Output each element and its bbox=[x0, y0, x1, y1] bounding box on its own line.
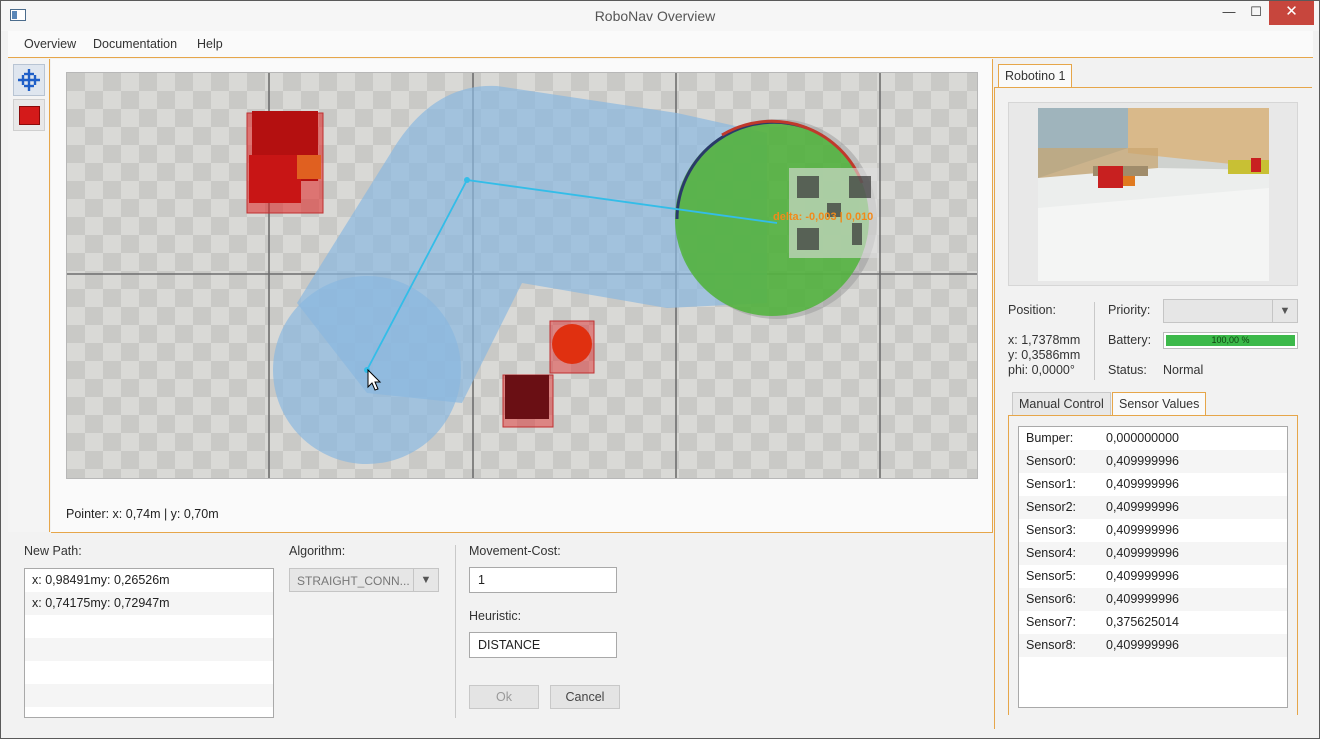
table-row: Sensor7: 0,375625014 bbox=[1019, 611, 1287, 634]
battery-bar: 100,00 % bbox=[1163, 332, 1298, 349]
status-value: Normal bbox=[1163, 363, 1204, 377]
robot-panel: Robotino 1 Position: x: 1,7378mm y: 0,35… bbox=[994, 59, 1312, 729]
sensor-value: 0,409999996 bbox=[1106, 477, 1179, 491]
table-row: Sensor5: 0,409999996 bbox=[1019, 565, 1287, 588]
move-crosshair-icon bbox=[18, 69, 40, 91]
table-row: Sensor2: 0,409999996 bbox=[1019, 496, 1287, 519]
sensor-name: Sensor2: bbox=[1026, 500, 1077, 514]
table-row: Bumper: 0,000000000 bbox=[1019, 427, 1287, 450]
obstacle-3[interactable] bbox=[502, 374, 554, 428]
sensor-value: 0,409999996 bbox=[1106, 592, 1179, 606]
tab-sensor-values[interactable]: Sensor Values bbox=[1112, 392, 1207, 416]
position-x: x: 1,7378mm bbox=[1008, 333, 1081, 347]
divider bbox=[1094, 302, 1095, 380]
map-canvas[interactable]: delta: -0,003 | 0,010 bbox=[66, 72, 978, 479]
delta-label: delta: -0,003 | 0,010 bbox=[773, 211, 873, 223]
list-item[interactable]: x: 0,98491my: 0,26526m bbox=[25, 569, 273, 592]
pointer-coordinates: Pointer: x: 0,74m | y: 0,70m bbox=[66, 507, 219, 521]
list-item[interactable] bbox=[25, 684, 273, 707]
algorithm-label: Algorithm: bbox=[289, 544, 346, 558]
table-row: Sensor1: 0,409999996 bbox=[1019, 473, 1287, 496]
algorithm-select[interactable]: STRAIGHT_CONN... ▼ bbox=[289, 568, 439, 592]
position-y: y: 0,3586mm bbox=[1008, 348, 1081, 362]
sensor-name: Sensor0: bbox=[1026, 454, 1077, 468]
table-row: Sensor3: 0,409999996 bbox=[1019, 519, 1287, 542]
tab-robotino-1[interactable]: Robotino 1 bbox=[998, 64, 1073, 88]
window-title: RoboNav Overview bbox=[594, 8, 716, 24]
title-bar[interactable]: RoboNav Overview — ☐ ✕ bbox=[1, 1, 1319, 31]
tool-strip bbox=[8, 59, 50, 532]
app-window: RoboNav Overview — ☐ ✕ Overview Document… bbox=[0, 0, 1320, 739]
status-label: Status: bbox=[1108, 363, 1147, 377]
chevron-down-icon: ▼ bbox=[1272, 300, 1297, 322]
heuristic-label: Heuristic: bbox=[469, 609, 522, 623]
sensor-name: Sensor6: bbox=[1026, 592, 1077, 606]
sensor-name: Sensor3: bbox=[1026, 523, 1077, 537]
sensor-name: Sensor8: bbox=[1026, 638, 1077, 652]
menu-help[interactable]: Help bbox=[197, 37, 223, 51]
close-button[interactable]: ✕ bbox=[1269, 1, 1314, 25]
priority-select[interactable]: ▼ bbox=[1163, 299, 1298, 323]
path-config-panel: New Path: x: 0,98491my: 0,26526m x: 0,74… bbox=[8, 533, 993, 729]
ok-button[interactable]: Ok bbox=[469, 685, 539, 709]
heuristic-input[interactable]: DISTANCE bbox=[469, 632, 617, 658]
list-item[interactable] bbox=[25, 615, 273, 638]
tab-manual-control[interactable]: Manual Control bbox=[1012, 392, 1111, 416]
sensor-value: 0,409999996 bbox=[1106, 638, 1179, 652]
sensor-value: 0,000000000 bbox=[1106, 431, 1179, 445]
sensor-name: Sensor4: bbox=[1026, 546, 1077, 560]
table-row: Sensor6: 0,409999996 bbox=[1019, 588, 1287, 611]
battery-label: Battery: bbox=[1108, 333, 1152, 347]
move-tool-button[interactable] bbox=[13, 64, 45, 96]
battery-text: 100,00 % bbox=[1211, 335, 1250, 345]
sensor-value: 0,409999996 bbox=[1106, 500, 1179, 514]
divider bbox=[455, 545, 456, 718]
table-row: Sensor0: 0,409999996 bbox=[1019, 450, 1287, 473]
minimize-button[interactable]: — bbox=[1216, 1, 1242, 25]
new-path-label: New Path: bbox=[24, 544, 82, 558]
sensor-name: Sensor7: bbox=[1026, 615, 1077, 629]
new-path-list[interactable]: x: 0,98491my: 0,26526m x: 0,74175my: 0,7… bbox=[24, 568, 274, 718]
sensor-value: 0,375625014 bbox=[1106, 615, 1179, 629]
movement-cost-input[interactable]: 1 bbox=[469, 567, 617, 593]
priority-label: Priority: bbox=[1108, 303, 1151, 317]
camera-view bbox=[1008, 102, 1298, 286]
menu-bar: Overview Documentation Help bbox=[8, 31, 1313, 58]
map-panel: delta: -0,003 | 0,010 Pointer: x: 0,74m … bbox=[51, 59, 993, 533]
sensor-name: Sensor1: bbox=[1026, 477, 1077, 491]
sensor-name: Bumper: bbox=[1026, 431, 1074, 445]
obstacle-tool-button[interactable] bbox=[13, 99, 45, 131]
algorithm-value: STRAIGHT_CONN... bbox=[297, 574, 410, 588]
cancel-button[interactable]: Cancel bbox=[550, 685, 620, 709]
table-row: Sensor4: 0,409999996 bbox=[1019, 542, 1287, 565]
maximize-button[interactable]: ☐ bbox=[1243, 1, 1269, 25]
obstacle-2[interactable] bbox=[549, 320, 595, 374]
camera-image bbox=[1038, 108, 1269, 281]
chevron-down-icon: ▼ bbox=[413, 569, 438, 591]
sensor-value: 0,409999996 bbox=[1106, 569, 1179, 583]
sensor-name: Sensor5: bbox=[1026, 569, 1077, 583]
table-row: Sensor8: 0,409999996 bbox=[1019, 634, 1287, 657]
sensor-value: 0,409999996 bbox=[1106, 454, 1179, 468]
list-item[interactable] bbox=[25, 638, 273, 661]
list-item[interactable] bbox=[25, 661, 273, 684]
position-label: Position: bbox=[1008, 303, 1056, 317]
list-item[interactable]: x: 0,74175my: 0,72947m bbox=[25, 592, 273, 615]
obstacle-1[interactable] bbox=[246, 111, 324, 214]
sensor-value: 0,409999996 bbox=[1106, 523, 1179, 537]
menu-overview[interactable]: Overview bbox=[24, 37, 76, 51]
sensor-value: 0,409999996 bbox=[1106, 546, 1179, 560]
movement-cost-label: Movement-Cost: bbox=[469, 544, 561, 558]
path-waypoint[interactable] bbox=[464, 177, 470, 183]
sensor-values-table[interactable]: Bumper: 0,000000000 Sensor0: 0,409999996 S… bbox=[1018, 426, 1288, 708]
red-rectangle-icon bbox=[19, 106, 40, 125]
menu-documentation[interactable]: Documentation bbox=[93, 37, 177, 51]
position-phi: phi: 0,0000° bbox=[1008, 363, 1075, 377]
